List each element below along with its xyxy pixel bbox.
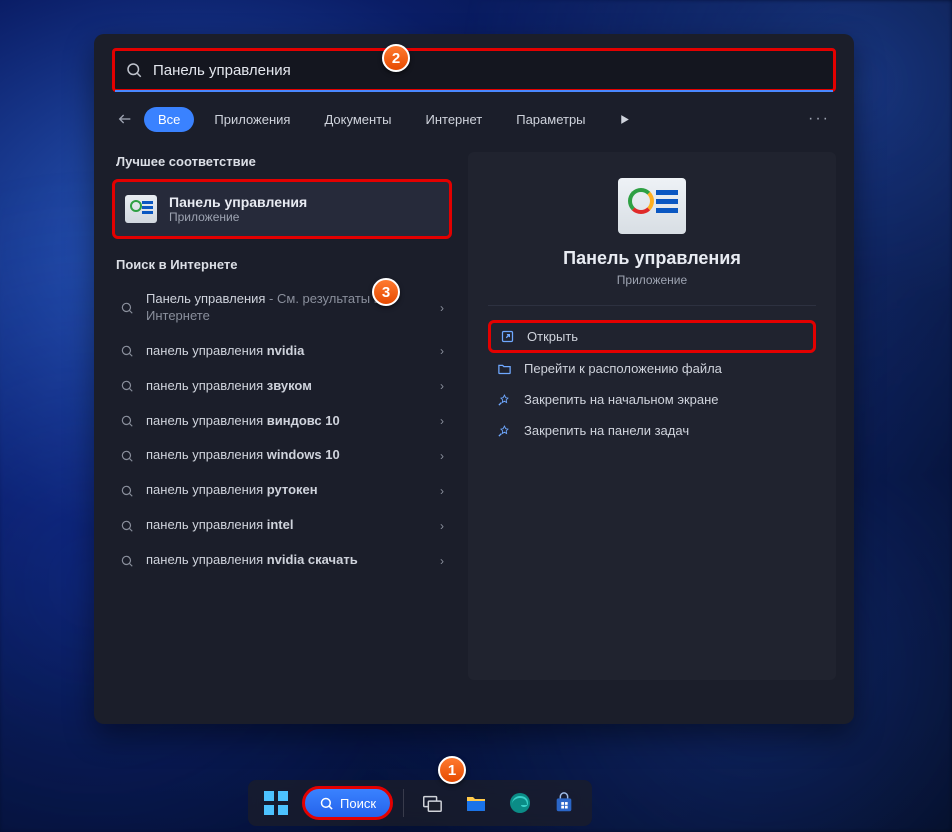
preview-app-icon [618,178,686,234]
best-match-title: Панель управления [169,194,307,210]
web-result-label: панель управления виндовс 10 [146,413,430,430]
control-panel-icon [125,195,157,223]
web-result-7[interactable]: панель управления nvidia скачать › [112,543,452,578]
preview-title: Панель управления [488,248,816,269]
search-icon [120,379,136,393]
results-column: Лучшее соответствие Панель управления Пр… [112,146,452,680]
chevron-right-icon: › [440,414,444,428]
chevron-right-icon: › [440,449,444,463]
best-match-heading: Лучшее соответствие [116,154,452,169]
web-result-3[interactable]: панель управления виндовс 10 › [112,404,452,439]
web-result-label: панель управления nvidia [146,343,430,360]
filter-tab-интернет[interactable]: Интернет [411,107,496,132]
preview-pane: Панель управления Приложение Открыть Пере… [468,152,836,680]
search-bar[interactable] [112,48,836,92]
task-view-button[interactable] [414,785,450,821]
web-result-label: панель управления nvidia скачать [146,552,430,569]
web-result-label: панель управления рутокен [146,482,430,499]
folder-icon [496,361,512,376]
callout-badge-1: 1 [438,756,466,784]
web-results-list: Панель управления - См. результаты в Инт… [112,282,452,578]
web-result-label: панель управления intel [146,517,430,534]
file-explorer-button[interactable] [458,785,494,821]
search-icon [120,554,136,568]
taskbar-search-button[interactable]: Поиск [302,786,393,820]
filter-tab-параметры[interactable]: Параметры [502,107,599,132]
search-input[interactable] [153,62,823,79]
taskbar: Поиск [248,780,592,826]
search-icon [120,519,136,533]
callout-badge-2: 2 [382,44,410,72]
web-result-label: панель управления звуком [146,378,430,395]
web-result-4[interactable]: панель управления windows 10 › [112,438,452,473]
best-match-subtitle: Приложение [169,210,307,224]
search-icon [120,344,136,358]
preview-subtitle: Приложение [488,273,816,287]
taskbar-search-label: Поиск [340,796,376,811]
divider [488,305,816,306]
more-button[interactable]: ··· [802,110,836,128]
chevron-right-icon: › [440,519,444,533]
filter-tab-документы[interactable]: Документы [310,107,405,132]
action-label: Открыть [527,329,578,344]
chevron-right-icon: › [440,379,444,393]
search-icon [120,484,136,498]
web-result-0[interactable]: Панель управления - См. результаты в Инт… [112,282,452,334]
filter-tab-приложения[interactable]: Приложения [200,107,304,132]
action-открыть[interactable]: Открыть [488,320,816,353]
search-icon [120,449,136,463]
filter-tab-все[interactable]: Все [144,107,194,132]
action-label: Перейти к расположению файла [524,361,722,376]
chevron-right-icon: › [440,554,444,568]
web-result-5[interactable]: панель управления рутокен › [112,473,452,508]
play-icon[interactable] [612,106,638,132]
action-label: Закрепить на начальном экране [524,392,719,407]
action-label: Закрепить на панели задач [524,423,689,438]
search-icon [125,61,143,79]
pin-icon [496,392,512,407]
web-result-label: панель управления windows 10 [146,447,430,464]
windows-search-panel: 2 ВсеПриложенияДокументыИнтернетПараметр… [94,34,854,724]
callout-badge-3: 3 [372,278,400,306]
chevron-right-icon: › [440,484,444,498]
filter-row: ВсеПриложенияДокументыИнтернетПараметры … [94,92,854,140]
best-match-result[interactable]: Панель управления Приложение [112,179,452,239]
chevron-right-icon: › [440,344,444,358]
web-result-2[interactable]: панель управления звуком › [112,369,452,404]
search-icon [120,301,136,315]
action-закрепить-на-начальном-экране[interactable]: Закрепить на начальном экране [488,384,816,415]
action-перейти-к-расположению-файла[interactable]: Перейти к расположению файла [488,353,816,384]
open-icon [499,329,515,344]
store-button[interactable] [546,785,582,821]
web-result-1[interactable]: панель управления nvidia › [112,334,452,369]
action-закрепить-на-панели-задач[interactable]: Закрепить на панели задач [488,415,816,446]
web-search-heading: Поиск в Интернете [116,257,452,272]
edge-button[interactable] [502,785,538,821]
search-icon [120,414,136,428]
back-button[interactable] [112,106,138,132]
chevron-right-icon: › [440,301,444,315]
pin-icon [496,423,512,438]
web-result-6[interactable]: панель управления intel › [112,508,452,543]
start-button[interactable] [258,785,294,821]
